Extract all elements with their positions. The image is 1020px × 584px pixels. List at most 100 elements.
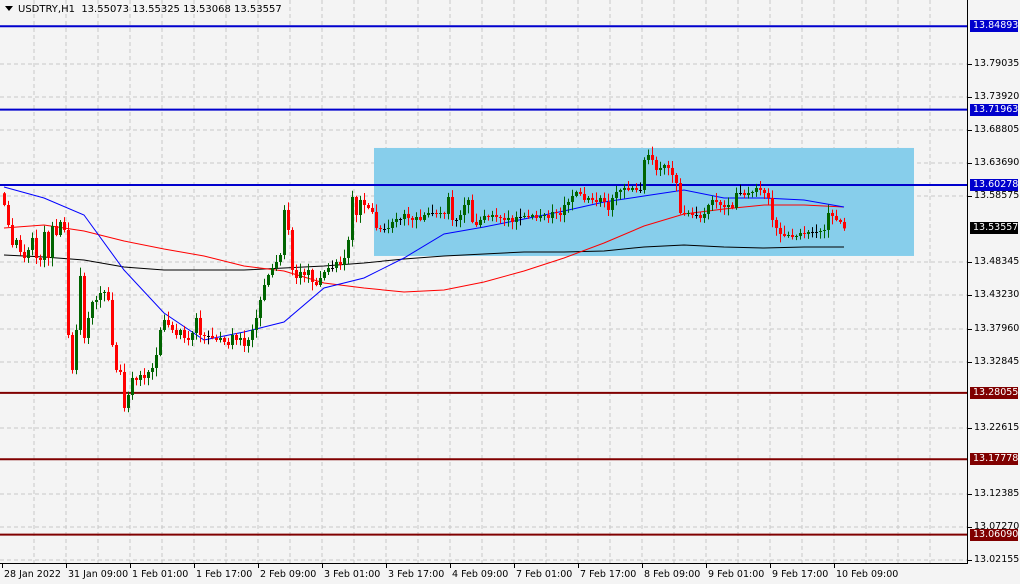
candle bbox=[679, 178, 682, 214]
price-tick-label: 13.63690 bbox=[974, 157, 1019, 168]
candle-body bbox=[639, 190, 642, 191]
candle-body bbox=[139, 375, 142, 380]
price-tick bbox=[968, 295, 972, 296]
candle bbox=[227, 338, 230, 349]
candle-body bbox=[711, 200, 714, 205]
candle-body bbox=[235, 335, 238, 340]
candle-body bbox=[551, 212, 554, 218]
time-tick bbox=[834, 564, 835, 568]
candle-body bbox=[79, 276, 82, 330]
candle-body bbox=[427, 213, 430, 215]
candle-body bbox=[587, 198, 590, 200]
candle-body bbox=[223, 338, 226, 342]
candle-body bbox=[763, 190, 766, 193]
candle-body bbox=[755, 188, 758, 192]
time-tick bbox=[770, 564, 771, 568]
candle-body bbox=[71, 335, 74, 370]
candle-body bbox=[579, 192, 582, 194]
candle-body bbox=[339, 262, 342, 265]
candle bbox=[367, 203, 370, 209]
candle bbox=[335, 259, 338, 272]
candle-body bbox=[499, 217, 502, 218]
candle bbox=[239, 333, 242, 345]
candle-body bbox=[435, 213, 438, 214]
time-tick bbox=[66, 564, 67, 568]
candle-body bbox=[307, 270, 310, 275]
candle bbox=[231, 328, 234, 349]
candle-body bbox=[507, 218, 510, 220]
candle-body bbox=[103, 292, 106, 293]
candle-body bbox=[187, 338, 190, 340]
candle bbox=[151, 363, 154, 380]
candle-body bbox=[583, 194, 586, 200]
candle-body bbox=[239, 338, 242, 340]
candle-body bbox=[695, 215, 698, 216]
price-tick bbox=[968, 163, 972, 164]
dropdown-triangle-icon[interactable] bbox=[5, 6, 13, 11]
candle-body bbox=[379, 228, 382, 229]
ohlc-readout: 13.55073 13.55325 13.53068 13.53557 bbox=[81, 4, 281, 15]
candle-body bbox=[91, 302, 94, 318]
price-tick-label: 13.32845 bbox=[974, 356, 1019, 367]
price-axis[interactable]: 13.7903513.7392013.6880513.6369013.58575… bbox=[968, 0, 1020, 564]
candle bbox=[339, 256, 342, 269]
candle-body bbox=[251, 330, 254, 340]
candle-body bbox=[87, 318, 90, 338]
candle-body bbox=[167, 320, 170, 325]
candle-body bbox=[387, 228, 390, 229]
time-axis[interactable]: 28 Jan 202231 Jan 09:001 Feb 01:001 Feb … bbox=[0, 564, 968, 584]
candle-body bbox=[287, 210, 290, 230]
candle-body bbox=[283, 210, 286, 255]
candle-body bbox=[455, 220, 458, 221]
candle-body bbox=[459, 215, 462, 220]
candle bbox=[87, 312, 90, 344]
candle-body bbox=[215, 338, 218, 340]
candle-body bbox=[527, 216, 530, 217]
candle-body bbox=[483, 216, 486, 220]
candle-body bbox=[535, 215, 538, 218]
candle-body bbox=[555, 212, 558, 213]
candle-body bbox=[471, 200, 474, 222]
candle-body bbox=[707, 205, 710, 214]
candle-body bbox=[547, 215, 550, 218]
candle-body bbox=[243, 338, 246, 346]
candle bbox=[247, 337, 250, 352]
candle-body bbox=[83, 276, 86, 338]
price-tick bbox=[968, 196, 972, 197]
candle-body bbox=[543, 215, 546, 216]
time-tick bbox=[386, 564, 387, 568]
candle-body bbox=[735, 193, 738, 208]
time-tick-label: 10 Feb 09:00 bbox=[836, 569, 898, 580]
candle bbox=[35, 230, 38, 264]
candle-body bbox=[679, 183, 682, 213]
candle-body bbox=[15, 240, 18, 245]
candle-body bbox=[39, 258, 42, 260]
time-tick bbox=[450, 564, 451, 568]
candle bbox=[75, 324, 78, 374]
candle-body bbox=[75, 330, 78, 370]
chart-plot-area[interactable]: USDTRY,H1 13.55073 13.55325 13.53068 13.… bbox=[0, 0, 968, 564]
chart-header: USDTRY,H1 13.55073 13.55325 13.53068 13.… bbox=[5, 4, 282, 15]
time-tick-label: 7 Feb 01:00 bbox=[516, 569, 572, 580]
candle-body bbox=[791, 235, 794, 237]
candle-body bbox=[699, 215, 702, 218]
candle-body bbox=[663, 165, 666, 168]
candle-body bbox=[807, 232, 810, 234]
candle-body bbox=[811, 232, 814, 233]
candle-body bbox=[667, 165, 670, 168]
line-price-label: 13.06090 bbox=[970, 529, 1018, 541]
time-tick-label: 28 Jan 2022 bbox=[4, 569, 61, 580]
candle-body bbox=[719, 202, 722, 205]
line-price-label: 13.17778 bbox=[970, 453, 1018, 465]
candle-body bbox=[643, 160, 646, 190]
candle-body bbox=[355, 197, 358, 215]
candle-body bbox=[227, 342, 230, 345]
candle-body bbox=[515, 217, 518, 222]
candle-body bbox=[59, 222, 62, 235]
candle-body bbox=[119, 370, 122, 372]
time-tick-label: 4 Feb 09:00 bbox=[452, 569, 508, 580]
price-chart[interactable] bbox=[0, 0, 967, 563]
candle-body bbox=[563, 205, 566, 215]
time-tick bbox=[194, 564, 195, 568]
candle-body bbox=[683, 213, 686, 214]
